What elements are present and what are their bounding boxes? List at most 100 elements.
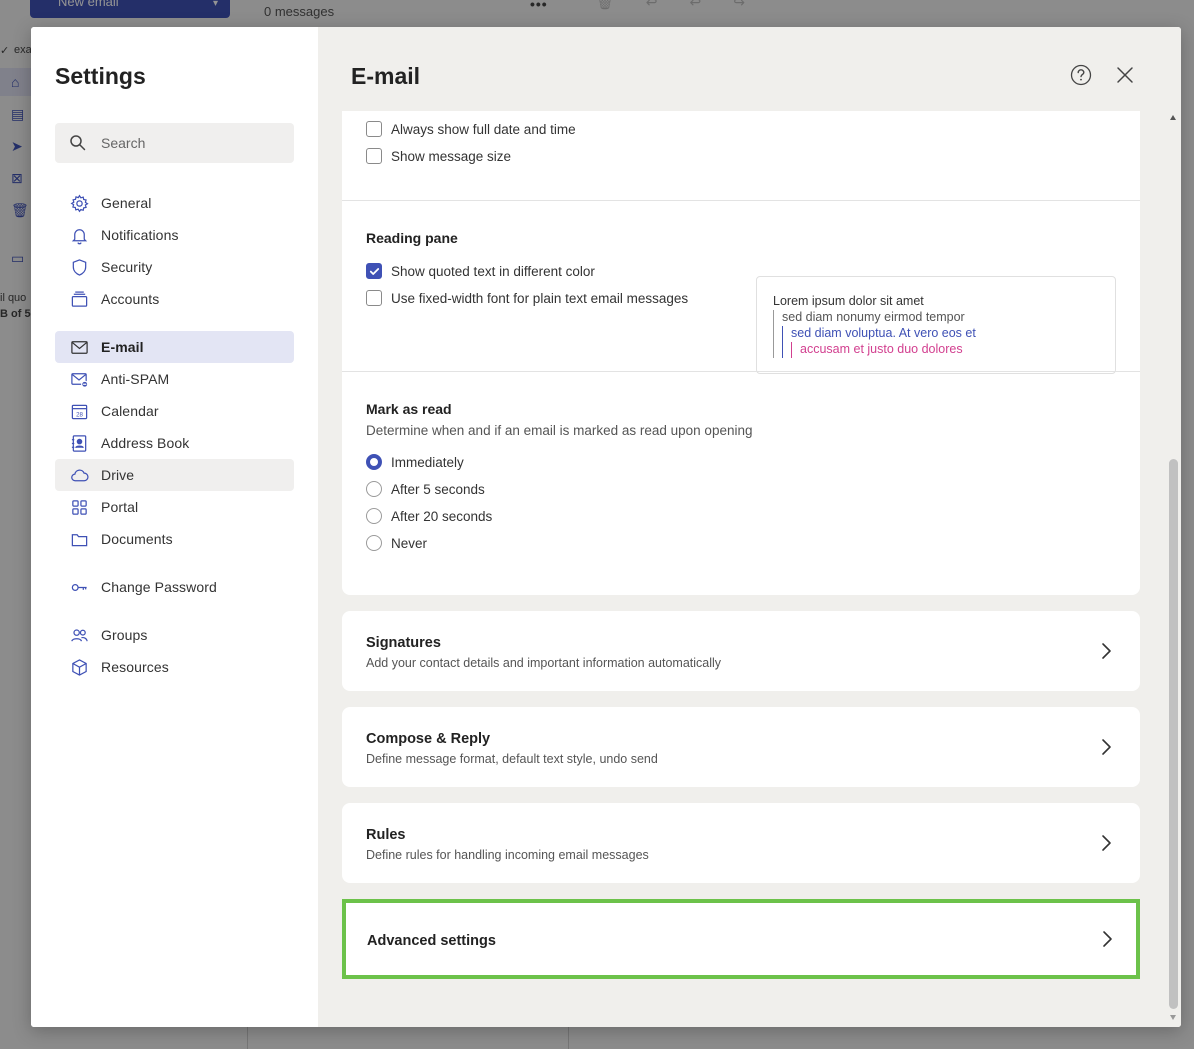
link-title: Compose & Reply [366,731,491,747]
sidebar-item-label: Change Password [101,579,217,595]
option-label: Immediately [391,454,464,470]
sidebar-item-calendar[interactable]: 28 Calendar [55,395,294,427]
sidebar-item-general[interactable]: General [55,187,294,219]
groups-icon [69,625,89,645]
preview-line: sed diam voluptua. At vero eos et [791,326,976,340]
sidebar-item-groups[interactable]: Groups [55,619,294,651]
sidebar-item-anti-spam[interactable]: Anti-SPAM [55,363,294,395]
sidebar-item-security[interactable]: Security [55,251,294,283]
settings-search[interactable] [55,123,294,163]
option-label: After 20 seconds [391,508,493,524]
sidebar-item-resources[interactable]: Resources [55,651,294,683]
rules-link[interactable]: Rules Define rules for handling incoming… [342,803,1140,883]
option-label: Never [391,535,428,551]
link-description: Add your contact details and important i… [366,656,722,670]
radio[interactable] [366,508,382,524]
preview-line: sed diam nonumy eirmod tempor [782,310,965,324]
settings-content[interactable]: Always show full date and time Show mess… [342,111,1140,1011]
chevron-right-icon [1102,835,1111,851]
radio[interactable] [366,481,382,497]
radio[interactable] [366,535,382,551]
envelope-icon [69,337,89,357]
radio-selected[interactable] [366,454,382,470]
grid-icon [69,497,89,517]
sidebar-item-label: Calendar [101,403,159,419]
chevron-right-icon [1103,931,1112,947]
radio-immediately[interactable]: Immediately [366,454,464,470]
sidebar-item-label: Documents [101,531,173,547]
chevron-right-icon [1102,739,1111,755]
section-divider [342,371,1140,372]
folder-icon [69,529,89,549]
scroll-down-arrow-icon[interactable] [1170,1015,1176,1020]
reading-pane-title: Reading pane [366,230,458,246]
sidebar-item-label: Security [101,259,153,275]
calendar-icon: 28 [69,401,89,421]
mark-as-read-title: Mark as read [366,401,452,417]
accounts-icon [69,289,89,309]
link-title: Signatures [366,635,441,651]
scroll-thumb[interactable] [1169,459,1178,1009]
link-title: Rules [366,827,406,843]
sidebar-item-change-password[interactable]: Change Password [55,571,294,603]
radio-after-5-seconds[interactable]: After 5 seconds [366,481,485,497]
sidebar-item-label: E-mail [101,339,144,355]
option-label: After 5 seconds [391,481,485,497]
option-label: Show quoted text in different color [391,263,595,279]
preview-line: Lorem ipsum dolor sit amet [773,294,924,308]
page-title: E-mail [351,63,421,89]
link-description: Define message format, default text styl… [366,752,658,766]
signatures-link[interactable]: Signatures Add your contact details and … [342,611,1140,691]
sidebar-item-documents[interactable]: Documents [55,523,294,555]
content-scrollbar[interactable] [1166,111,1181,1027]
checkbox[interactable] [366,290,382,306]
bell-icon [69,225,89,245]
checkbox-checked[interactable] [366,263,382,279]
cube-icon [69,657,89,677]
option-message-size[interactable]: Show message size [366,148,511,164]
settings-main: E-mail Always show full date and time Sh… [318,27,1181,1027]
close-icon[interactable] [1115,65,1135,85]
search-icon [70,135,86,151]
radio-after-20-seconds[interactable]: After 20 seconds [366,508,492,524]
sidebar-item-label: Notifications [101,227,179,243]
checkbox[interactable] [366,121,382,137]
compose-reply-link[interactable]: Compose & Reply Define message format, d… [342,707,1140,787]
advanced-settings-link[interactable]: Advanced settings [342,899,1140,979]
quote-bar [782,326,783,358]
sidebar-item-portal[interactable]: Portal [55,491,294,523]
option-fixed-width-font[interactable]: Use fixed-width font for plain text emai… [366,290,688,306]
link-description: Define rules for handling incoming email… [366,848,649,862]
sidebar-item-label: Drive [101,467,135,483]
sidebar-item-label: General [101,195,152,211]
sidebar-item-label: Address Book [101,435,190,451]
anti-spam-icon [69,369,89,389]
settings-dialog: Settings General Notifications Security … [31,27,1181,1027]
chevron-right-icon [1102,643,1111,659]
sidebar-item-accounts[interactable]: Accounts [55,283,294,315]
sidebar-item-label: Resources [101,659,169,675]
key-icon [69,577,89,597]
settings-title: Settings [55,63,146,89]
link-title: Advanced settings [367,933,496,949]
scroll-up-arrow-icon[interactable] [1170,115,1176,120]
gear-icon [69,193,89,213]
sidebar-item-label: Anti-SPAM [101,371,170,387]
sidebar-item-address-book[interactable]: Address Book [55,427,294,459]
sidebar-item-email[interactable]: E-mail [55,331,294,363]
preview-line: accusam et justo duo dolores [800,342,963,356]
radio-never[interactable]: Never [366,535,427,551]
quote-bar [773,310,774,358]
option-full-date-time[interactable]: Always show full date and time [366,121,576,137]
cloud-icon [69,465,89,485]
option-quoted-text-color[interactable]: Show quoted text in different color [366,263,595,279]
sidebar-item-drive[interactable]: Drive [55,459,294,491]
checkbox[interactable] [366,148,382,164]
mark-as-read-description: Determine when and if an email is marked… [366,423,753,438]
help-icon[interactable] [1070,64,1092,86]
sidebar-item-notifications[interactable]: Notifications [55,219,294,251]
email-settings-card: Always show full date and time Show mess… [342,111,1140,595]
search-input[interactable] [101,133,281,153]
sidebar-item-label: Portal [101,499,139,515]
settings-sidebar: Settings General Notifications Security … [31,27,318,1027]
